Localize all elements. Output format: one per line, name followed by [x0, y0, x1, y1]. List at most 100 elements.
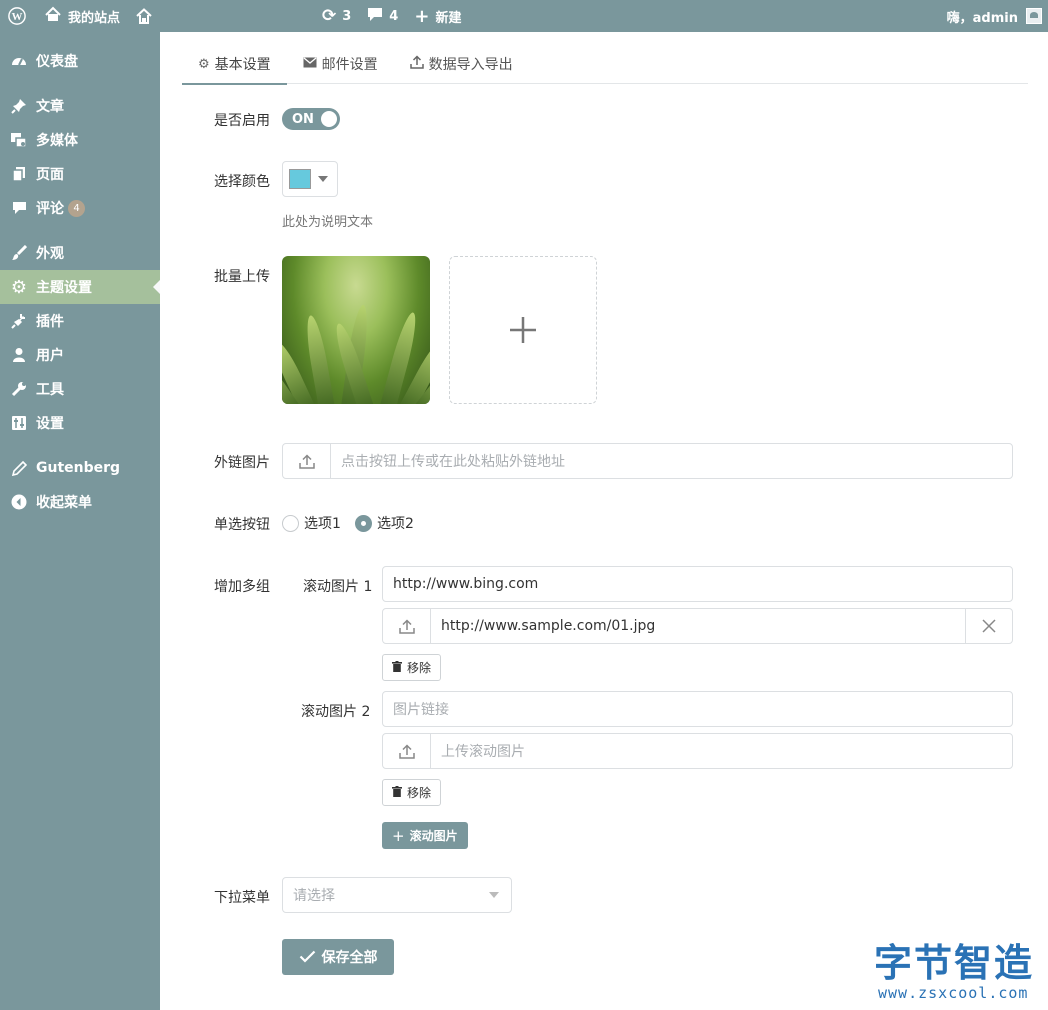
sidebar-item-appearance[interactable]: 外观: [0, 236, 160, 270]
upload-button[interactable]: [383, 609, 431, 643]
upload-button[interactable]: [383, 734, 431, 768]
radio-label: 单选按钮: [214, 517, 270, 533]
tab-label: 数据导入导出: [428, 57, 513, 73]
updates-count: 3: [342, 8, 352, 24]
user-greeting[interactable]: 嗨，admin: [947, 7, 1018, 26]
trash-icon: [392, 785, 402, 800]
color-swatch: [289, 169, 311, 189]
external-image-field: 点击按钮上传或在此处粘贴外链地址: [282, 443, 1013, 479]
sidebar-item-pages[interactable]: 页面: [0, 157, 160, 191]
button-label: 滚动图片: [409, 829, 458, 843]
upload-icon: [298, 453, 315, 469]
caret-down-icon: [489, 892, 499, 898]
site-name-link[interactable]: 我的站点: [36, 0, 128, 32]
color-picker[interactable]: [282, 161, 338, 197]
tab-label: 邮件设置: [321, 57, 378, 73]
brush-icon: [10, 244, 28, 262]
settings-tabs: ⚙ 基本设置 邮件设置 数据导入导出: [182, 44, 1028, 85]
group-1-image-input[interactable]: http://www.sample.com/01.jpg: [431, 609, 965, 643]
tab-import-export[interactable]: 数据导入导出: [394, 44, 529, 84]
groups-label: 增加多组: [214, 579, 270, 595]
trash-icon: [392, 660, 402, 675]
add-group-button[interactable]: + 滚动图片: [382, 822, 468, 849]
updates-link[interactable]: ⟳ 3: [314, 0, 359, 32]
sidebar-item-plugins[interactable]: 插件: [0, 304, 160, 338]
upload-icon: [398, 618, 415, 634]
pin-icon: [10, 97, 28, 115]
button-label: 保存全部: [321, 950, 378, 966]
sidebar-item-label: Gutenberg: [36, 460, 121, 476]
plus-icon: +: [392, 826, 405, 845]
tab-email-settings[interactable]: 邮件设置: [287, 44, 394, 84]
select-placeholder: 请选择: [293, 888, 335, 904]
home-icon[interactable]: [128, 0, 160, 32]
comments-link[interactable]: 4: [359, 0, 406, 32]
button-label: 移除: [407, 786, 432, 800]
caret-down-icon: [318, 176, 328, 182]
tab-basic-settings[interactable]: ⚙ 基本设置: [182, 44, 287, 85]
group-2-label: 滚动图片 2: [301, 704, 371, 720]
uploaded-image-thumbnail[interactable]: [282, 256, 430, 404]
avatar[interactable]: [1026, 8, 1042, 24]
radio-option-1[interactable]: 选项1: [282, 513, 341, 533]
group-1-link-input[interactable]: http://www.bing.com: [382, 566, 1013, 602]
help-text: 此处为说明文本: [282, 215, 374, 230]
add-image-button[interactable]: [449, 256, 597, 404]
group-2-remove-button[interactable]: 移除: [382, 779, 442, 806]
sidebar-item-gutenberg[interactable]: Gutenberg: [0, 451, 160, 485]
sidebar-item-label: 设置: [36, 416, 64, 432]
close-icon[interactable]: [965, 609, 1012, 643]
sidebar-item-label: 页面: [36, 167, 64, 183]
radio-option-2[interactable]: 选项2: [355, 513, 414, 533]
radio-option-label: 选项2: [377, 516, 414, 532]
svg-text:W: W: [12, 11, 23, 23]
enable-label: 是否启用: [214, 113, 270, 129]
sidebar-item-comments[interactable]: 评论 4: [0, 191, 160, 225]
button-label: 移除: [407, 661, 432, 675]
sidebar-item-users[interactable]: 用户: [0, 338, 160, 372]
new-content-link[interactable]: + 新建: [406, 0, 469, 32]
group-1-remove-button[interactable]: 移除: [382, 654, 442, 681]
site-name-label: 我的站点: [68, 10, 121, 26]
enable-toggle[interactable]: ON: [282, 108, 340, 130]
sidebar-item-settings[interactable]: 设置: [0, 406, 160, 440]
group-2-image-input[interactable]: 上传滚动图片: [431, 734, 1012, 768]
new-label: 新建: [435, 10, 462, 26]
save-all-button[interactable]: 保存全部: [282, 939, 394, 975]
collapse-icon: [10, 493, 28, 511]
sidebar-item-label: 主题设置: [36, 280, 92, 296]
sidebar-item-label: 外观: [36, 246, 64, 262]
dashboard-icon: [10, 52, 28, 70]
sidebar-item-tools[interactable]: 工具: [0, 372, 160, 406]
group-1-label: 滚动图片 1: [303, 579, 373, 595]
sidebar-item-label: 用户: [36, 348, 64, 364]
checkmark-icon: [299, 948, 316, 967]
wordpress-logo-icon[interactable]: W: [0, 0, 34, 32]
sidebar-item-posts[interactable]: 文章: [0, 89, 160, 123]
toggle-knob: [321, 111, 337, 127]
group-2-link-input[interactable]: 图片链接: [382, 691, 1013, 727]
dropdown-select[interactable]: 请选择: [282, 877, 512, 913]
refresh-icon: ⟳: [322, 6, 337, 26]
sidebar-item-media[interactable]: 多媒体: [0, 123, 160, 157]
external-image-input[interactable]: 点击按钮上传或在此处粘贴外链地址: [331, 444, 1012, 478]
comments-count: 4: [389, 8, 399, 24]
sidebar-item-label: 工具: [36, 382, 64, 398]
sidebar-item-dashboard[interactable]: 仪表盘: [0, 44, 160, 78]
watermark: 字节智造 www.zsxcool.com: [874, 942, 1044, 1006]
site-icon: [44, 6, 62, 26]
dropdown-label: 下拉菜单: [214, 890, 270, 906]
media-icon: [10, 131, 28, 149]
sidebar-item-label: 评论: [36, 201, 64, 217]
envelope-icon: [303, 57, 317, 72]
comment-icon: [10, 199, 28, 217]
color-label: 选择颜色: [214, 174, 270, 190]
admin-sidebar: 仪表盘 文章 多媒体 页面 评论 4 外观 ⚙ 主题设置 插件 用户 工具 设置…: [0, 32, 160, 1010]
plug-icon: [10, 312, 28, 330]
sidebar-item-theme-settings[interactable]: ⚙ 主题设置: [0, 270, 160, 304]
upload-button[interactable]: [283, 444, 331, 478]
sidebar-item-collapse[interactable]: 收起菜单: [0, 485, 160, 519]
page-icon: [10, 165, 28, 183]
group-2-image-field: 上传滚动图片: [382, 733, 1013, 769]
radio-circle: [355, 514, 372, 532]
